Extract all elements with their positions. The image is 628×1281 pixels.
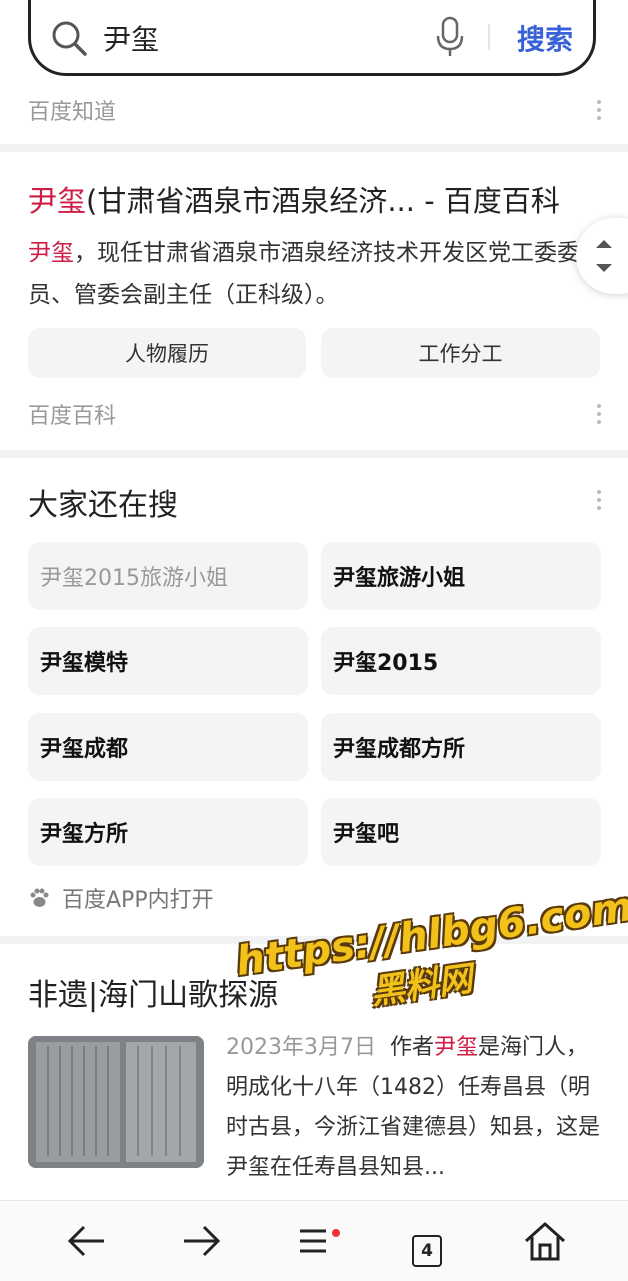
search-button[interactable]: 搜索: [517, 18, 573, 58]
bottom-navigation: 4: [0, 1200, 628, 1281]
related-search-item[interactable]: 尹玺旅游小姐: [321, 542, 601, 610]
notification-dot: [332, 1229, 340, 1237]
article-date: 2023年3月7日: [226, 1035, 376, 1060]
microphone-icon[interactable]: [435, 16, 465, 58]
related-search-item[interactable]: 尹玺2015: [321, 627, 601, 695]
tabs-button[interactable]: 4: [412, 1235, 442, 1267]
search-input[interactable]: 尹玺: [103, 18, 159, 58]
back-icon[interactable]: [64, 1221, 110, 1261]
section-title: 大家还在搜: [28, 488, 178, 523]
manuscript-image: [28, 1036, 204, 1168]
related-searches-card: 大家还在搜 尹玺2015旅游小姐 尹玺旅游小姐 尹玺模特 尹玺2015 尹玺成都…: [0, 458, 628, 936]
title-text: (甘肃省酒泉市酒泉经济... - 百度百科: [86, 184, 560, 218]
related-search-item[interactable]: 尹玺2015旅游小姐: [28, 542, 308, 610]
related-search-item[interactable]: 尹玺模特: [28, 627, 308, 695]
abstract-keyword: 尹玺: [28, 240, 74, 266]
search-divider: [488, 24, 490, 50]
zhidao-card-footer: 百度知道: [0, 90, 628, 144]
snippet-text: 作者: [389, 1035, 434, 1060]
forward-icon[interactable]: [178, 1221, 224, 1261]
snippet-keyword: 尹玺: [434, 1035, 479, 1060]
home-icon[interactable]: [522, 1221, 568, 1261]
search-icon: [52, 21, 87, 56]
article-thumbnail[interactable]: [28, 1036, 204, 1168]
abstract-text: ，现任甘肃省酒泉市酒泉经济技术开发区党工委委员、管委会副主任（正科级）。: [28, 240, 580, 308]
baike-chips: 人物履历 工作分工: [28, 328, 600, 378]
more-options-icon[interactable]: [596, 404, 602, 428]
open-in-app-link[interactable]: 百度APP内打开: [28, 882, 214, 914]
related-search-item[interactable]: 尹玺成都: [28, 713, 308, 781]
source-label: 百度百科: [28, 404, 117, 429]
baike-result-card[interactable]: 尹玺(甘肃省酒泉市酒泉经济... - 百度百科 尹玺，现任甘肃省酒泉市酒泉经济技…: [0, 152, 628, 450]
menu-icon[interactable]: [292, 1221, 338, 1261]
search-box[interactable]: 尹玺 搜索: [28, 0, 596, 76]
result-abstract: 尹玺，现任甘肃省酒泉市酒泉经济技术开发区党工委委员、管委会副主任（正科级）。: [28, 232, 588, 316]
article-snippet: 2023年3月7日 作者尹玺是海门人，明成化十八年（1482）任寿昌县（明时古县…: [226, 1028, 602, 1188]
related-search-item[interactable]: 尹玺方所: [28, 798, 308, 866]
top-bar: 尹玺 搜索: [0, 0, 628, 90]
result-title[interactable]: 尹玺(甘肃省酒泉市酒泉经济... - 百度百科: [28, 178, 560, 220]
baidu-paw-icon: [30, 888, 49, 907]
more-options-icon[interactable]: [596, 490, 602, 514]
chip-duties[interactable]: 工作分工: [321, 328, 600, 378]
title-keyword: 尹玺: [28, 184, 87, 218]
related-search-item[interactable]: 尹玺吧: [321, 798, 601, 866]
scroll-up-down-icon: [596, 240, 612, 272]
related-search-item[interactable]: 尹玺成都方所: [321, 713, 601, 781]
chip-career[interactable]: 人物履历: [28, 328, 306, 378]
source-label: 百度知道: [28, 100, 117, 125]
open-in-app-label: 百度APP内打开: [62, 888, 214, 913]
more-options-icon[interactable]: [596, 100, 602, 124]
